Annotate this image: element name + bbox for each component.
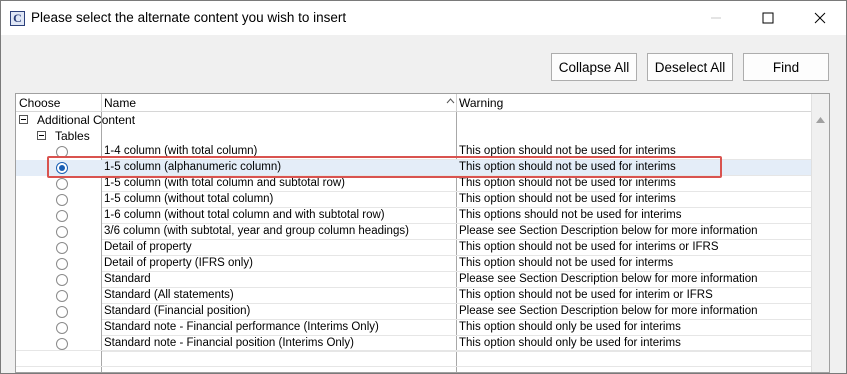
window-title: Please select the alternate content you … — [31, 10, 347, 25]
table-row[interactable]: 1-4 column (with total column) This optio… — [16, 144, 811, 160]
minimize-icon — [711, 17, 721, 19]
row-name: Standard (All statements) — [104, 289, 234, 301]
choose-radio[interactable] — [56, 146, 68, 158]
maximize-button[interactable] — [745, 1, 791, 35]
row-name: 1-5 column (alphanumeric column) — [104, 161, 282, 173]
deselect-all-button[interactable]: Deselect All — [647, 53, 733, 81]
row-warning: This option should not be used for inter… — [459, 241, 719, 253]
choose-radio[interactable] — [56, 274, 68, 286]
collapse-all-button[interactable]: Collapse All — [551, 53, 637, 81]
group-row-additional-content[interactable]: Additional Content — [16, 112, 811, 128]
collapse-icon[interactable] — [37, 131, 46, 140]
choose-radio[interactable] — [56, 306, 68, 318]
column-header-warning[interactable]: Warning — [459, 96, 503, 110]
dialog-window: C Please select the alternate content yo… — [0, 0, 847, 374]
table-row[interactable]: 1-5 column (alphanumeric column) This opt… — [16, 160, 811, 176]
choose-radio[interactable] — [56, 338, 68, 350]
row-name: Detail of property — [104, 241, 192, 253]
row-divider — [102, 351, 811, 352]
row-warning: This option should not be used for inter… — [459, 177, 676, 189]
choose-radio[interactable] — [56, 226, 68, 238]
row-warning: This option should only be used for inte… — [459, 337, 681, 349]
choose-radio[interactable] — [56, 162, 68, 174]
minimize-button[interactable] — [693, 1, 739, 35]
group-label: Additional Content — [37, 113, 136, 127]
row-warning: This option should not be used for inter… — [459, 161, 676, 173]
table-row[interactable]: Standard Please see Section Description b… — [16, 272, 811, 288]
row-warning: This options should not be used for inte… — [459, 209, 682, 221]
table-row[interactable]: 3/6 column (with subtotal, year and grou… — [16, 224, 811, 240]
maximize-icon — [762, 12, 774, 24]
row-warning: This option should not be used for inter… — [459, 257, 674, 269]
row-name: Detail of property (IFRS only) — [104, 257, 253, 269]
row-warning: This option should only be used for inte… — [459, 321, 681, 333]
table-row[interactable]: 1-5 column (with total column and subtot… — [16, 176, 811, 192]
choose-radio[interactable] — [56, 290, 68, 302]
column-divider[interactable] — [456, 94, 457, 112]
content-grid: Choose Name Warning Additional Content T… — [15, 93, 830, 373]
row-warning: This option should not be used for inter… — [459, 193, 676, 205]
sort-ascending-icon — [446, 98, 455, 104]
choose-radio[interactable] — [56, 178, 68, 190]
close-button[interactable] — [797, 1, 843, 35]
row-warning: Please see Section Description below for… — [459, 273, 758, 285]
column-header-name[interactable]: Name — [104, 96, 136, 110]
app-icon: C — [10, 11, 25, 26]
choose-radio[interactable] — [56, 242, 68, 254]
row-name: Standard — [104, 273, 151, 285]
choose-radio[interactable] — [56, 194, 68, 206]
row-name: 1-6 column (without total column and wit… — [104, 209, 385, 221]
scroll-up-icon[interactable] — [816, 116, 825, 123]
column-divider[interactable] — [101, 94, 102, 112]
table-row[interactable]: Standard (All statements) This option sho… — [16, 288, 811, 304]
vertical-scrollbar[interactable] — [811, 94, 829, 372]
table-row[interactable]: Standard note - Financial performance (I… — [16, 320, 811, 336]
row-divider — [16, 366, 811, 367]
row-warning: Please see Section Description below for… — [459, 225, 758, 237]
row-name: Standard (Financial position) — [104, 305, 251, 317]
column-header-choose[interactable]: Choose — [19, 96, 60, 110]
table-row[interactable]: Detail of property (IFRS only) This optio… — [16, 256, 811, 272]
grid-header: Choose Name Warning — [16, 94, 811, 112]
row-warning: This option should not be used for inter… — [459, 145, 676, 157]
choose-radio[interactable] — [56, 210, 68, 222]
group-row-tables[interactable]: Tables — [16, 128, 811, 144]
row-name: 1-5 column (with total column and subtot… — [104, 177, 345, 189]
collapse-icon[interactable] — [19, 115, 28, 124]
choose-radio[interactable] — [56, 322, 68, 334]
find-button[interactable]: Find — [743, 53, 829, 81]
row-divider — [16, 350, 811, 351]
row-name: 1-5 column (without total column) — [104, 193, 274, 205]
title-bar: C Please select the alternate content yo… — [1, 1, 846, 35]
close-icon — [814, 12, 826, 24]
row-warning: This option should not be used for inter… — [459, 289, 713, 301]
choose-radio[interactable] — [56, 258, 68, 270]
row-warning: Please see Section Description below for… — [459, 305, 758, 317]
table-row[interactable]: 1-6 column (without total column and wit… — [16, 208, 811, 224]
row-name: Standard note - Financial position (Inte… — [104, 337, 354, 349]
table-row[interactable]: Standard (Financial position) Please see … — [16, 304, 811, 320]
table-row[interactable]: Detail of property This option should not… — [16, 240, 811, 256]
row-name: 3/6 column (with subtotal, year and grou… — [104, 225, 409, 237]
row-name: Standard note - Financial performance (I… — [104, 321, 379, 333]
table-row[interactable]: 1-5 column (without total column) This op… — [16, 192, 811, 208]
row-name: 1-4 column (with total column) — [104, 145, 258, 157]
subgroup-label: Tables — [55, 129, 90, 143]
